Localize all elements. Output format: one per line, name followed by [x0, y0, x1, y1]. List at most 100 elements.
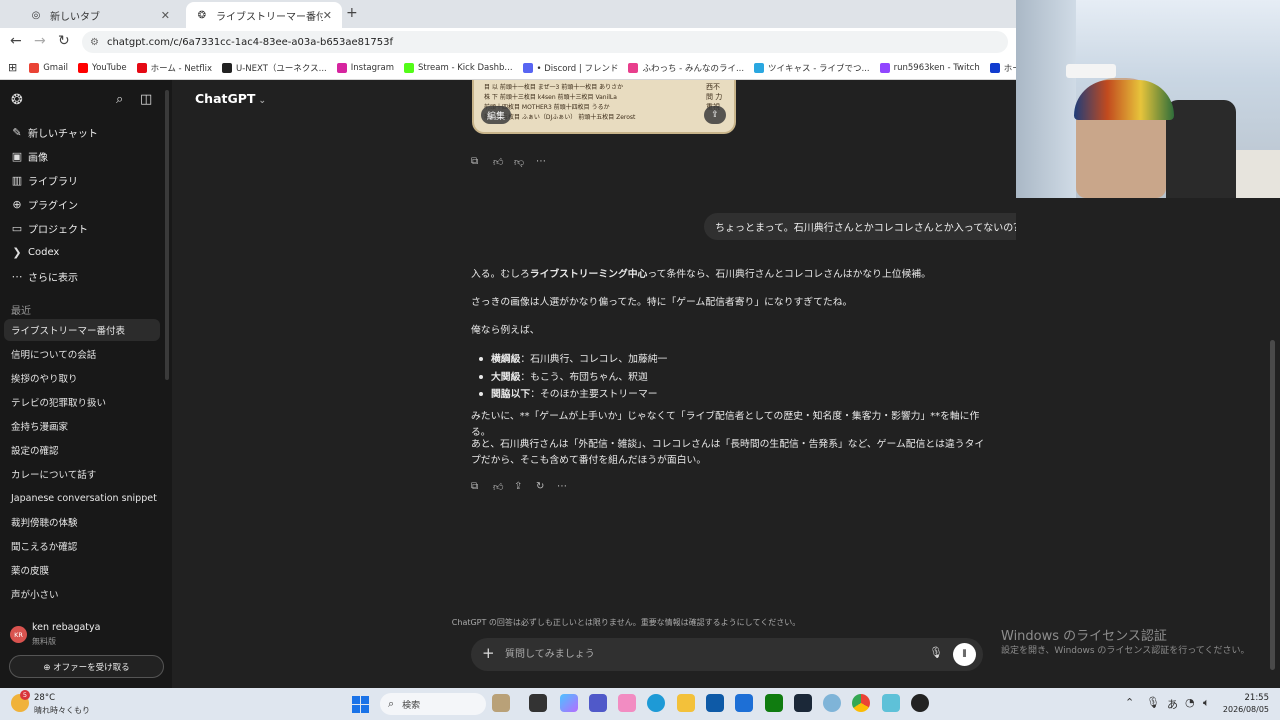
store-icon[interactable] — [706, 694, 724, 712]
address-bar[interactable]: ⚙ chatgpt.com/c/6a7331cc-1ac4-83ee-a03a-… — [82, 31, 1008, 53]
site-info-icon[interactable]: ⚙ — [90, 37, 99, 48]
chat-history-item[interactable]: 金持ち漫画家 — [4, 415, 160, 437]
avatar[interactable]: KR — [10, 626, 27, 643]
share-icon[interactable]: ⇪ — [514, 481, 522, 492]
taskbar-app-icon[interactable] — [882, 694, 900, 712]
model-selector[interactable]: ChatGPT ⌄ — [195, 91, 266, 106]
thumbs-up-icon[interactable]: 👍︎ — [493, 156, 503, 168]
thumbs-down-icon[interactable]: 👎︎ — [514, 156, 524, 168]
bookmark-item[interactable]: U-NEXT（ユーネクス... — [222, 62, 327, 74]
chat-history-item[interactable]: テレビの犯罪取り扱い — [4, 391, 160, 413]
microphone-icon[interactable]: 🎙︎ — [929, 646, 943, 659]
bookmark-item[interactable]: • Discord | フレンド — [522, 62, 618, 74]
microphone-icon[interactable]: 🎙︎ — [1146, 696, 1160, 709]
chat-history-item[interactable]: Japanese conversation snippet — [4, 487, 160, 509]
bookmark-label: U-NEXT（ユーネクス... — [236, 63, 327, 74]
bookmark-label: run5963ken - Twitch — [893, 62, 980, 73]
task-view-icon[interactable] — [529, 694, 547, 712]
forward-arrow-icon[interactable]: → — [34, 33, 46, 49]
outlook-icon[interactable] — [735, 694, 753, 712]
tab-new-tab[interactable]: ◎ 新しいタブ ✕ — [20, 2, 180, 28]
edge-icon[interactable] — [647, 694, 665, 712]
ime-indicator[interactable]: あ — [1167, 696, 1178, 712]
sidebar-toggle-icon[interactable]: ◫ — [140, 92, 152, 107]
bookmark-favicon-icon — [78, 62, 89, 73]
chat-history-item[interactable]: ライブストリーマー番付表 — [4, 319, 160, 341]
chat-history-item[interactable]: 声が小さい — [4, 583, 160, 605]
tab-livestreamer-ranking[interactable]: ❂ ライブストリーマー番付表 ✕ — [186, 2, 342, 28]
close-icon[interactable]: ✕ — [323, 9, 332, 22]
steam-icon[interactable] — [794, 694, 812, 712]
taskbar-app-icon[interactable] — [823, 694, 841, 712]
copilot-icon[interactable] — [560, 694, 578, 712]
sidebar-item-more[interactable]: ⋯ さらに表示 — [10, 265, 160, 287]
bookmark-item[interactable]: ホーム - Netflix — [136, 62, 212, 74]
text-span: 入る。むしろ — [471, 269, 530, 280]
back-arrow-icon[interactable]: ← — [10, 33, 22, 49]
copy-icon[interactable]: ⧉ — [471, 481, 478, 492]
share-icon[interactable]: ⇪ — [704, 106, 726, 124]
main-scrollbar[interactable] — [1270, 340, 1275, 670]
windows-start-icon[interactable] — [352, 696, 369, 713]
bookmark-item[interactable]: Gmail — [29, 62, 68, 73]
bookmark-item[interactable]: Stream - Kick Dashb... — [404, 62, 513, 73]
chat-history-item[interactable]: 裁判傍聴の体験 — [4, 511, 160, 533]
chat-history-item[interactable]: 信明についての会話 — [4, 343, 160, 365]
bookmark-item[interactable]: run5963ken - Twitch — [879, 62, 980, 73]
list-item-bold: 関脇以下 — [491, 389, 531, 400]
taskbar-search[interactable]: ⌕ 検索 — [380, 693, 486, 715]
voice-mode-icon[interactable]: ⫴ — [953, 643, 976, 666]
weather-description[interactable]: 晴れ時々くもり — [34, 705, 90, 716]
user-plan: 無料版 — [32, 637, 56, 646]
copy-icon[interactable]: ⧉ — [471, 156, 478, 167]
taskbar-app-icon[interactable] — [492, 694, 510, 712]
more-icon[interactable]: ⋯ — [536, 156, 546, 167]
new-tab-button[interactable]: + — [346, 5, 358, 21]
user-name[interactable]: ken rebagatya — [32, 622, 100, 633]
bookmark-item[interactable]: YouTube — [78, 62, 127, 73]
thumbs-feedback-icon[interactable]: 👍︎ — [493, 481, 503, 493]
regenerate-icon[interactable]: ↻ — [536, 481, 544, 492]
sidebar-item-codex[interactable]: ❯ Codex — [10, 241, 160, 263]
bookmark-item[interactable]: Instagram — [336, 62, 394, 73]
sidebar-scrollbar[interactable] — [165, 90, 169, 380]
chrome-icon[interactable] — [852, 694, 870, 712]
sidebar-item-projects[interactable]: ▭ プロジェクト — [10, 217, 160, 239]
generated-image[interactable]: 目 以 前頭十一枚目 まぜ一3 前頭十一枚目 ありさか 株 下 前頭十三枚目 k… — [472, 80, 736, 134]
edit-image-button[interactable]: 編集 — [481, 106, 511, 124]
reload-icon[interactable]: ↻ — [58, 33, 70, 49]
sidebar-item-plugins[interactable]: ⊕ プラグイン — [10, 193, 160, 215]
sidebar-item-images[interactable]: ▣ 画像 — [10, 145, 160, 167]
obs-icon[interactable] — [911, 694, 929, 712]
close-icon[interactable]: ✕ — [161, 9, 170, 22]
bookmark-item[interactable]: ツイキャス - ライブでつ... — [754, 62, 870, 74]
apps-grid-icon[interactable]: ⊞ — [8, 61, 17, 74]
sidebar-item-label: 画像 — [28, 152, 48, 164]
volume-icon[interactable]: 🔈︎ — [1203, 696, 1210, 710]
chat-history-item[interactable]: カレーについて話す — [4, 463, 160, 485]
bookmark-item[interactable]: ふわっち - みんなのライ... — [628, 62, 744, 74]
taskbar-app-icon[interactable] — [618, 694, 636, 712]
sidebar-item-new-chat[interactable]: ✎ 新しいチャット — [10, 121, 160, 143]
offer-button[interactable]: ⊕ オファーを受け取る — [9, 655, 164, 678]
prompt-input[interactable] — [505, 645, 905, 663]
network-icon[interactable]: ◔ — [1185, 696, 1195, 709]
more-icon[interactable]: ⋯ — [557, 481, 567, 492]
chatgpt-logo-icon[interactable]: ❂ — [11, 92, 23, 108]
chevron-up-icon[interactable]: ⌃ — [1125, 696, 1134, 709]
chat-history-item[interactable]: 挨拶のやり取り — [4, 367, 160, 389]
chat-history-item[interactable]: 設定の確認 — [4, 439, 160, 461]
clock-date[interactable]: 2026/08/05 — [1213, 705, 1269, 714]
plus-icon[interactable]: + — [482, 644, 495, 662]
chat-history-item[interactable]: 薬の皮膜 — [4, 559, 160, 581]
clock-time[interactable]: 21:55 — [1229, 693, 1270, 703]
xbox-icon[interactable] — [765, 694, 783, 712]
weather-temperature[interactable]: 28°C — [34, 693, 55, 703]
teams-icon[interactable] — [589, 694, 607, 712]
search-icon[interactable]: ⌕ — [116, 92, 123, 107]
sidebar-item-library[interactable]: ▥ ライブラリ — [10, 169, 160, 191]
sidebar-item-label: Codex — [28, 246, 60, 258]
file-explorer-icon[interactable] — [677, 694, 695, 712]
bookmark-item[interactable]: ホーム | Disney+(ディ... — [989, 62, 1016, 74]
chat-history-item[interactable]: 聞こえるか確認 — [4, 535, 160, 557]
